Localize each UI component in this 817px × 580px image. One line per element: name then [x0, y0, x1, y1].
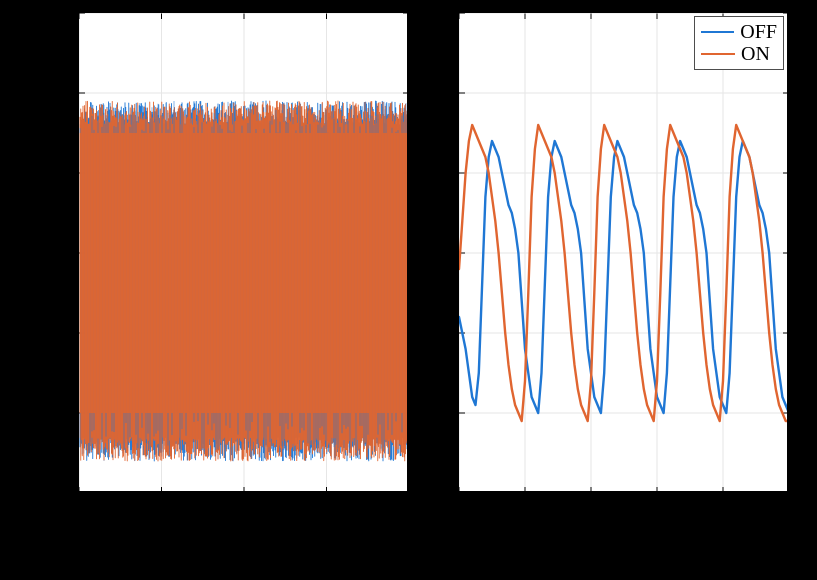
xtick-label: 20: [150, 496, 168, 517]
ytick-label: 50: [47, 3, 65, 24]
legend-label-on: ON: [741, 43, 770, 66]
xtick-label: 1: [519, 496, 528, 517]
ytick-label: 20: [47, 242, 65, 263]
xtick-label: 40: [232, 496, 250, 517]
xtick-label: 3: [651, 496, 660, 517]
right-chart-panel: [458, 12, 788, 492]
xtick-label: 4: [717, 496, 726, 517]
legend-swatch-on: [701, 53, 735, 55]
xtick-label: 2: [585, 496, 594, 517]
legend-swatch-off: [701, 31, 734, 33]
figure-root: Contraction [mm] Time [s] Time [s] -10 0…: [0, 0, 817, 580]
left-chart-panel: [78, 12, 408, 492]
xtick-label: 80: [397, 496, 415, 517]
ytick-label: 30: [47, 162, 65, 183]
legend: OFF ON: [694, 16, 784, 70]
right-x-axis-label: Time [s]: [585, 520, 659, 546]
right-chart-svg: [459, 13, 788, 492]
xtick-label: 5: [783, 496, 792, 517]
ytick-label: -10: [40, 482, 64, 503]
ytick-label: 0: [55, 402, 64, 423]
y-axis-label: Contraction [mm]: [22, 182, 48, 340]
left-x-axis-label: Time [s]: [205, 520, 279, 546]
ytick-label: 10: [47, 322, 65, 343]
ytick-label: 40: [47, 82, 65, 103]
xtick-label: 60: [315, 496, 333, 517]
left-chart-svg: [79, 13, 408, 492]
legend-label-off: OFF: [740, 21, 777, 44]
xtick-label: 0: [453, 496, 462, 517]
legend-entry-on: ON: [701, 43, 777, 65]
legend-entry-off: OFF: [701, 21, 777, 43]
xtick-label: 0: [73, 496, 82, 517]
